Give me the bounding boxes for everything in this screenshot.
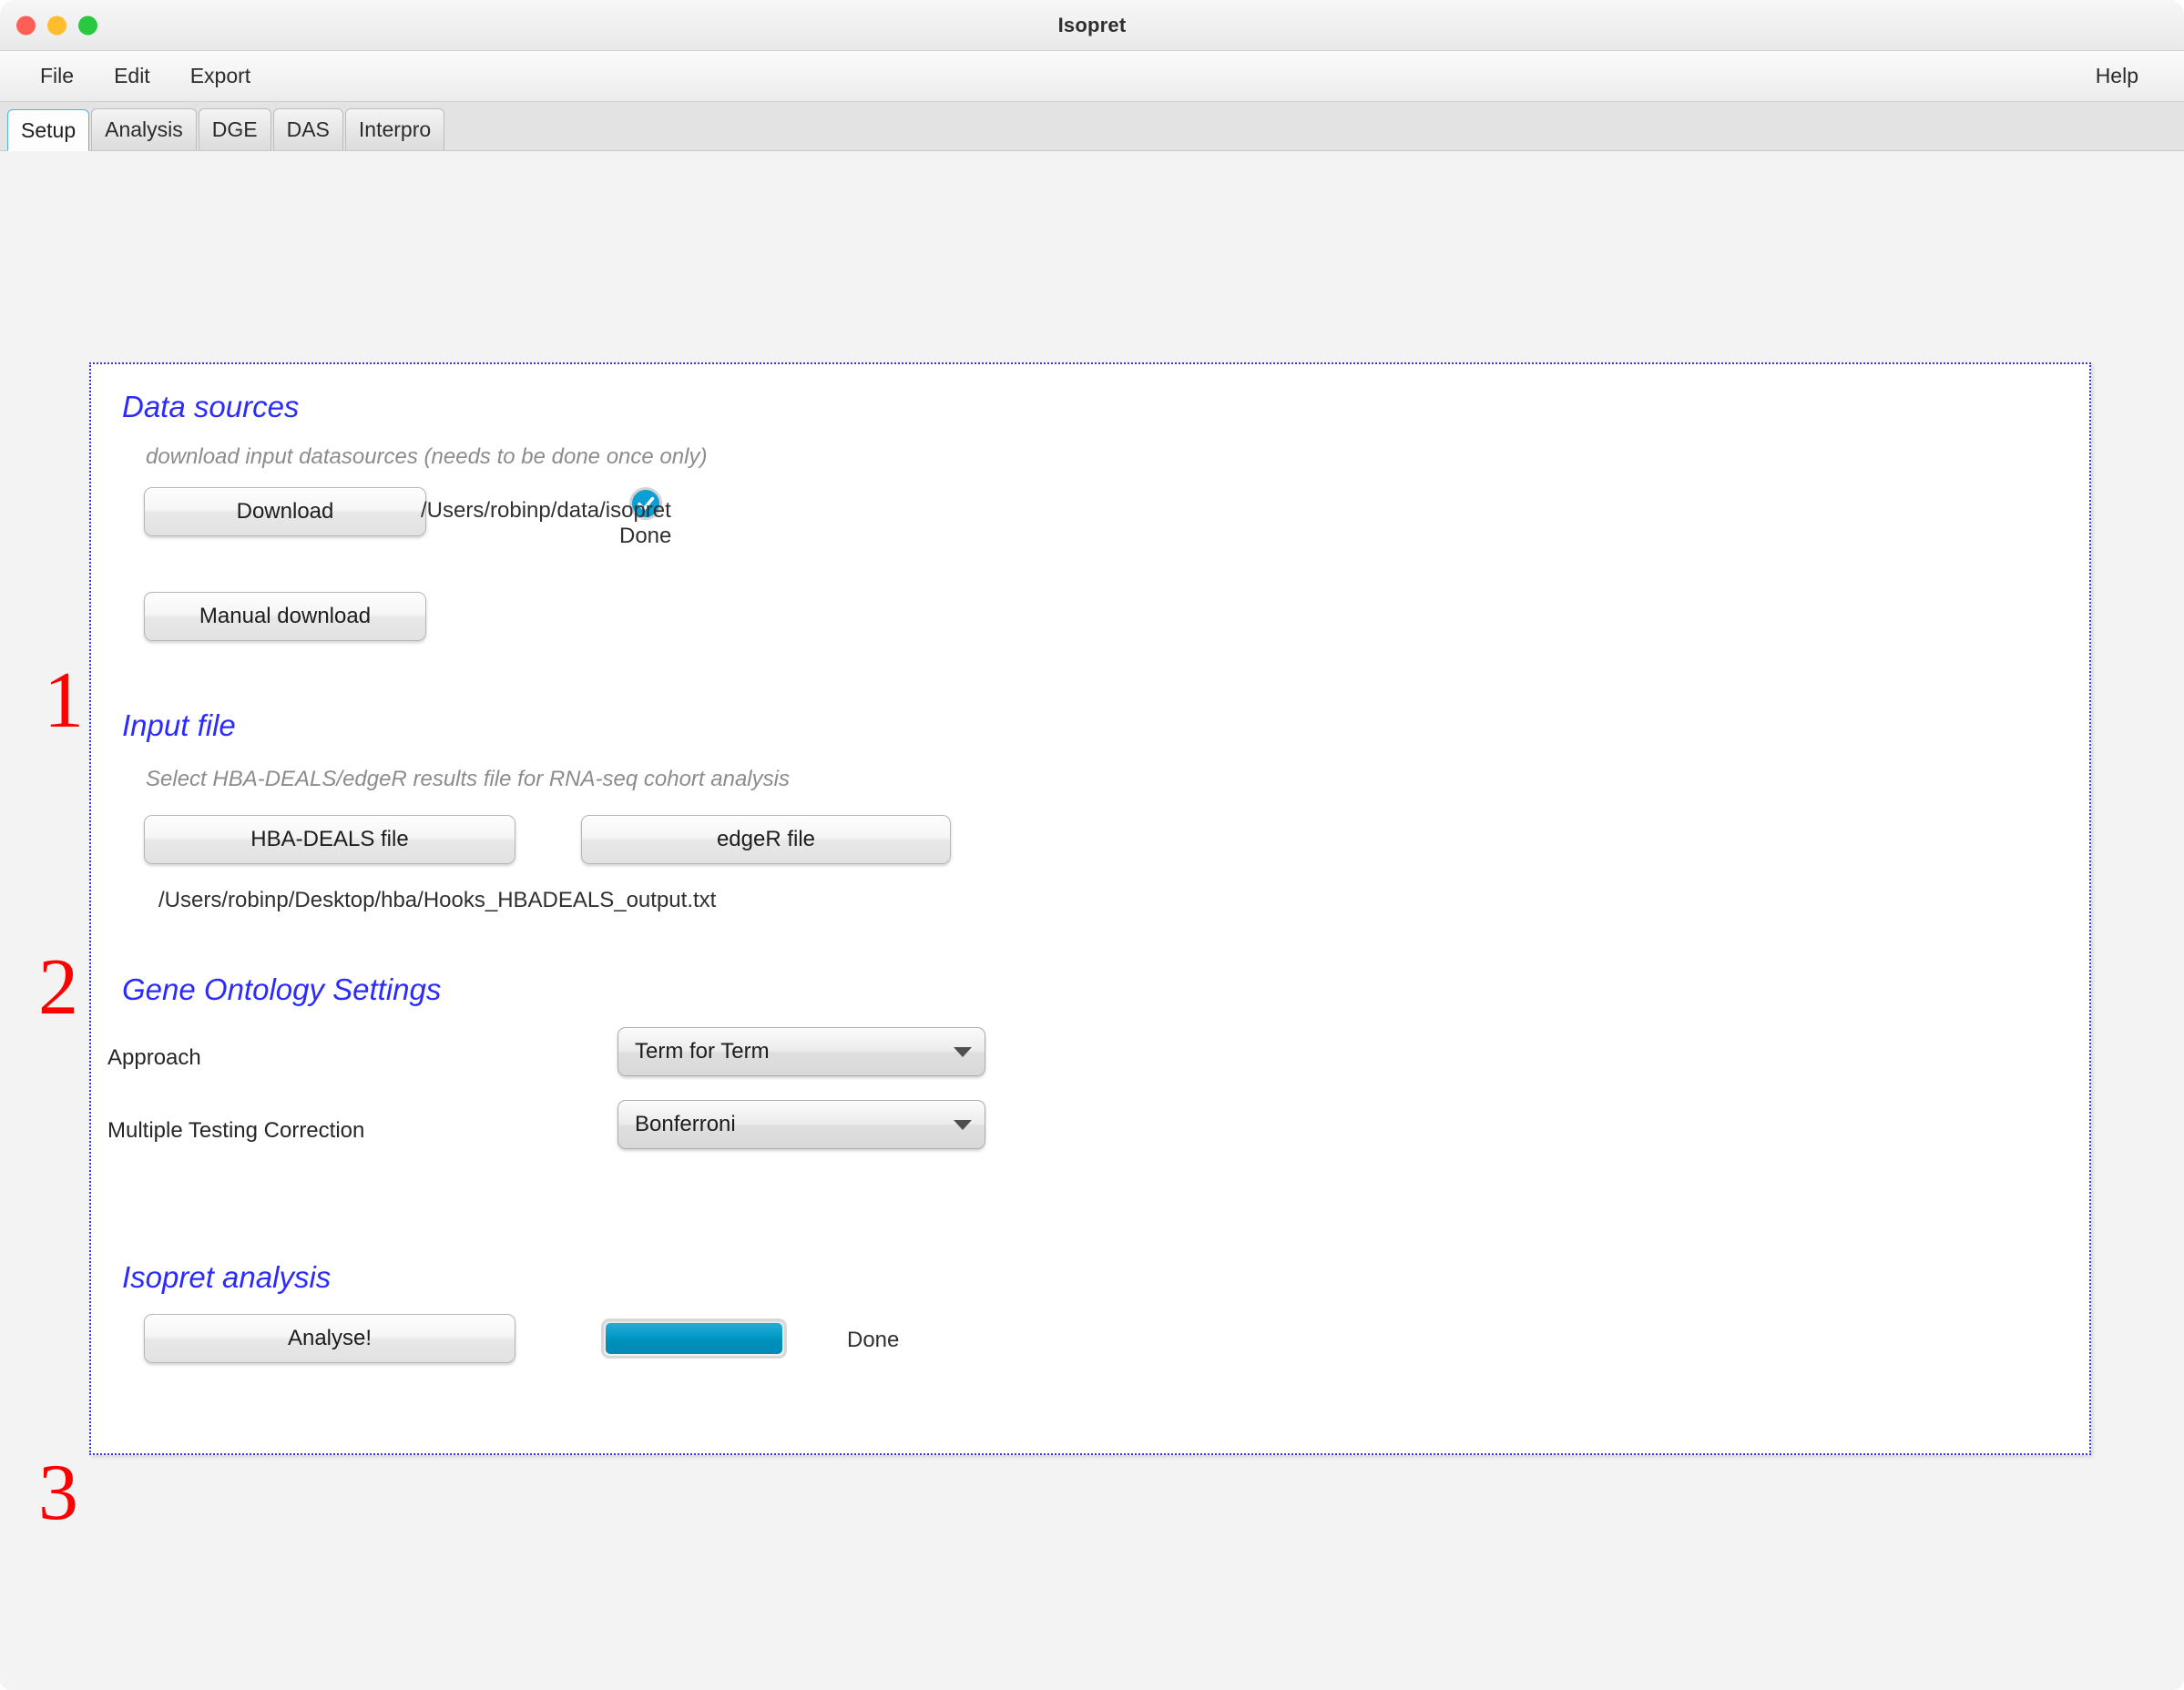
- analysis-status-text: Done: [847, 1328, 900, 1352]
- go-settings-heading: Gene Ontology Settings: [122, 972, 442, 1006]
- tab-setup[interactable]: Setup: [7, 109, 90, 151]
- analyse-button[interactable]: Analyse!: [144, 1314, 515, 1363]
- menu-file[interactable]: File: [20, 60, 94, 92]
- edger-file-button[interactable]: edgeR file: [581, 815, 951, 864]
- menu-bar: File Edit Export Help: [0, 51, 2184, 102]
- tab-interpro[interactable]: Interpro: [344, 108, 445, 150]
- tab-das[interactable]: DAS: [272, 108, 343, 150]
- app-window: Isopret File Edit Export Help Setup Anal…: [0, 0, 2184, 1690]
- data-sources-heading: Data sources: [122, 390, 300, 423]
- input-file-subtitle: Select HBA-DEALS/edgeR results file for …: [146, 767, 790, 791]
- tab-analysis[interactable]: Analysis: [91, 108, 197, 150]
- hba-deals-file-button[interactable]: HBA-DEALS file: [144, 815, 515, 864]
- analysis-progress-bar: [601, 1318, 787, 1359]
- correction-select-value: Bonferroni: [635, 1112, 736, 1136]
- tab-dge-label: DGE: [211, 117, 258, 141]
- input-file-path-text: /Users/robinp/Desktop/hba/Hooks_HBADEALS…: [158, 888, 717, 912]
- tab-analysis-label: Analysis: [105, 117, 183, 141]
- tab-das-label: DAS: [286, 117, 330, 141]
- menu-items: File Edit Export: [20, 60, 270, 92]
- chevron-down-icon: [954, 1046, 972, 1057]
- step-marker-3: 3: [38, 1449, 78, 1537]
- datasource-path-text: /Users/robinp/data/isopret: [421, 498, 671, 523]
- approach-select-value: Term for Term: [635, 1039, 770, 1064]
- multiple-testing-correction-label: Multiple Testing Correction: [107, 1118, 365, 1143]
- approach-select[interactable]: Term for Term: [617, 1027, 985, 1076]
- tab-bar: Setup Analysis DGE DAS Interpro: [0, 102, 2184, 151]
- step-marker-2: 2: [38, 943, 78, 1032]
- title-bar: Isopret: [0, 0, 2184, 51]
- multiple-testing-correction-select[interactable]: Bonferroni: [617, 1100, 985, 1149]
- menu-help[interactable]: Help: [2076, 60, 2158, 92]
- step-marker-1: 1: [44, 657, 84, 745]
- tab-setup-label: Setup: [21, 117, 77, 142]
- setup-panel-content: 1 2 3 Data sources download input dataso…: [0, 151, 2184, 1690]
- menu-edit[interactable]: Edit: [94, 60, 170, 92]
- analysis-progress-fill: [606, 1323, 782, 1354]
- data-sources-subtitle: download input datasources (needs to be …: [146, 444, 708, 469]
- window-title: Isopret: [1057, 14, 1127, 36]
- chevron-down-icon: [954, 1119, 972, 1130]
- download-status-label: Done: [619, 524, 672, 548]
- isopret-analysis-heading: Isopret analysis: [122, 1260, 332, 1294]
- download-button[interactable]: Download: [144, 487, 426, 536]
- input-file-heading: Input file: [122, 708, 236, 742]
- menu-export[interactable]: Export: [170, 60, 270, 92]
- tab-dge[interactable]: DGE: [198, 108, 271, 150]
- manual-download-button[interactable]: Manual download: [144, 592, 426, 641]
- approach-label: Approach: [107, 1045, 201, 1070]
- setup-form-panel: Data sources download input datasources …: [89, 362, 2091, 1455]
- tab-interpro-label: Interpro: [358, 117, 432, 141]
